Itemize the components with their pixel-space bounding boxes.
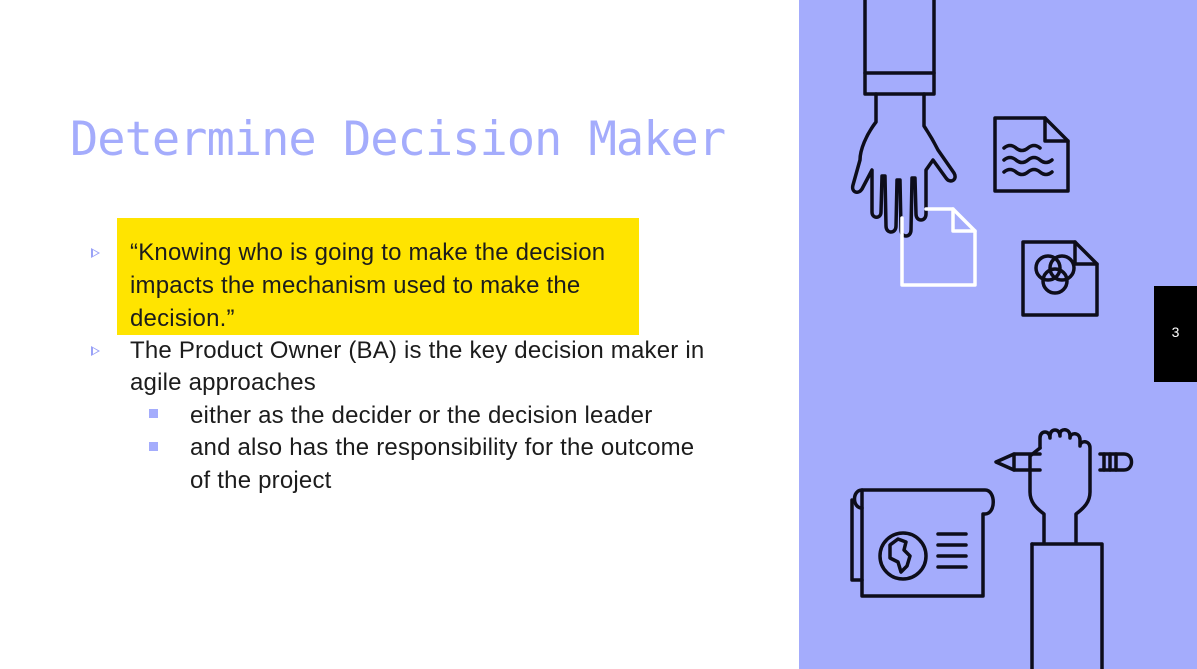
hand-holding-pencil-icon <box>994 428 1134 669</box>
hand-reaching-icon <box>850 0 957 238</box>
world-map-scroll-icon <box>850 488 995 598</box>
illustration <box>850 0 1134 669</box>
page-number: 3 <box>1171 324 1180 340</box>
venn-document-icon <box>1021 240 1099 317</box>
document-icon <box>993 116 1070 193</box>
page-number-box: 3 <box>1154 286 1197 382</box>
blank-page-icon <box>900 207 977 287</box>
slide: Determine Decision Maker “Knowing who is… <box>0 0 1197 669</box>
